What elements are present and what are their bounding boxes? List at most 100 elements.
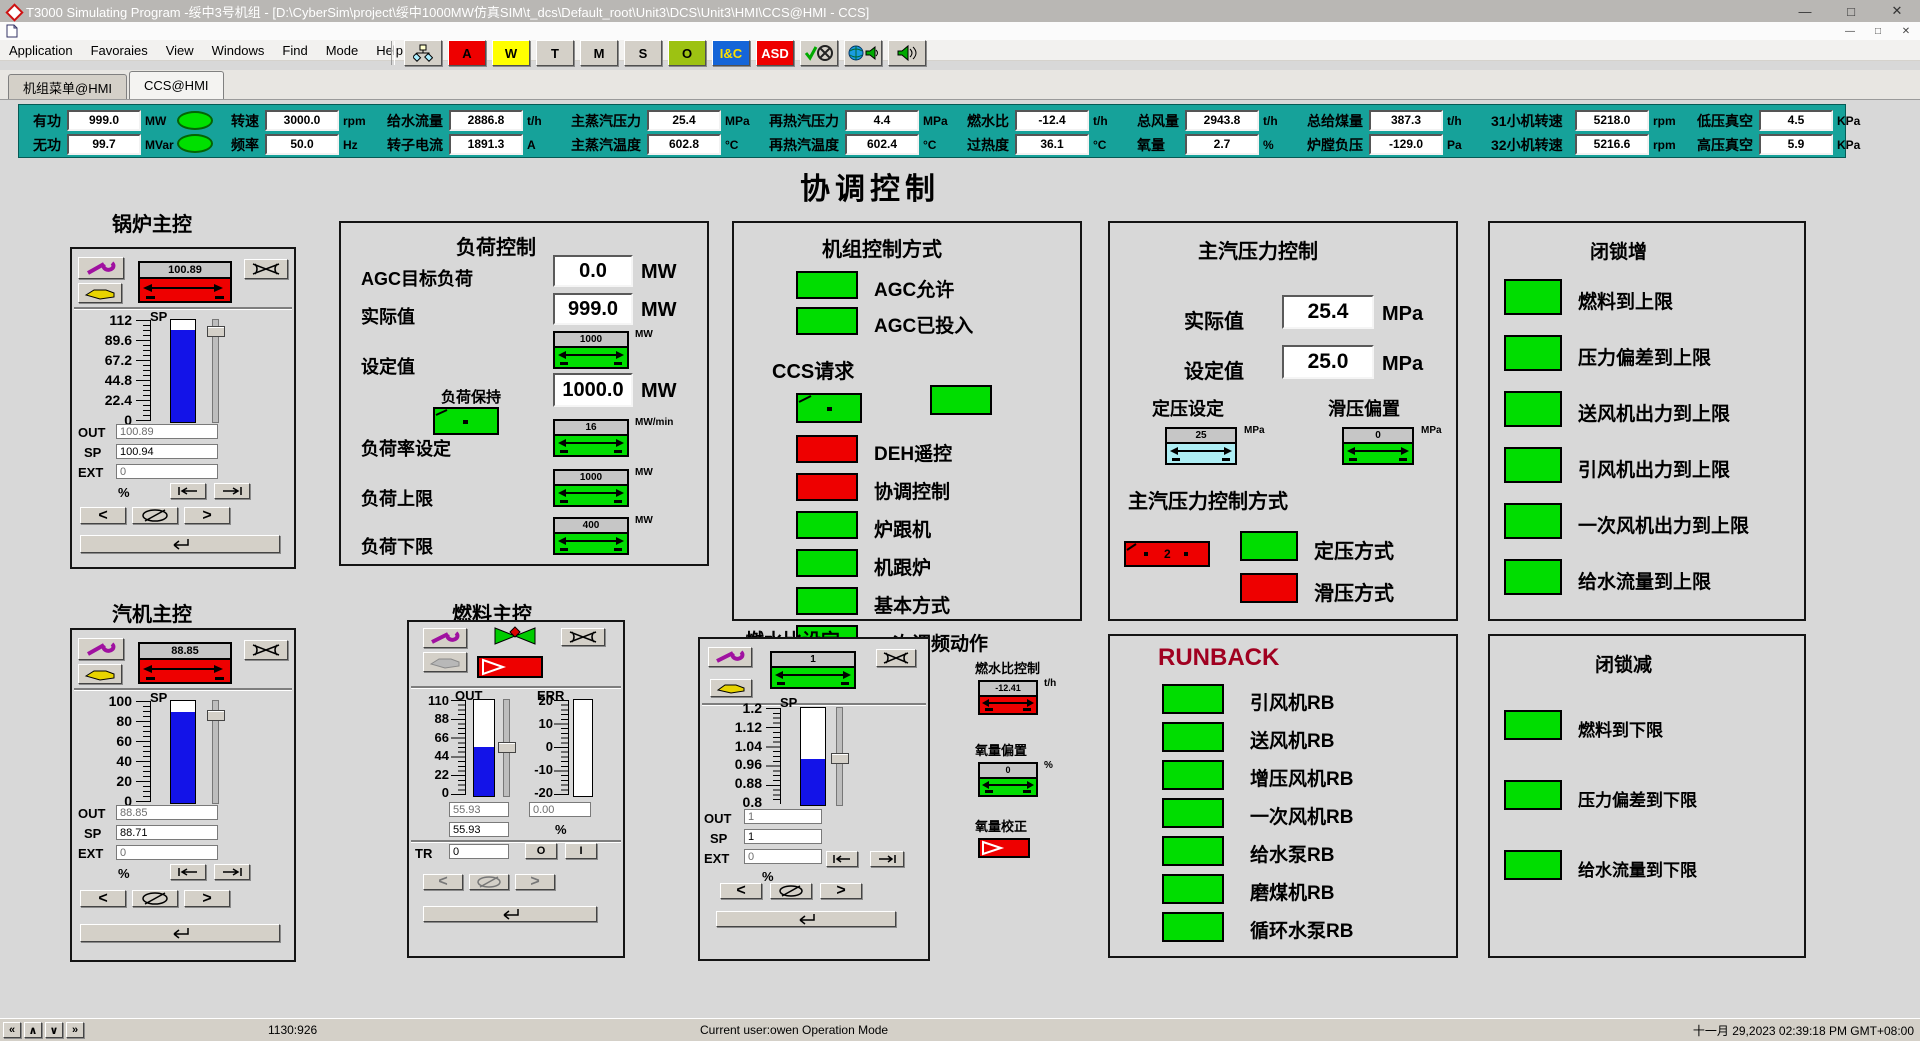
toolbar-letter-button[interactable]: O — [668, 40, 706, 66]
boiler-slider-handle[interactable] — [207, 326, 225, 337]
fuel-enter-button[interactable] — [423, 906, 597, 922]
scale-tick-label: 0 — [442, 786, 449, 800]
mdi-close-button[interactable]: ✕ — [1892, 23, 1920, 39]
ratio-enter-button[interactable] — [716, 911, 896, 927]
hierarchy-button[interactable] — [404, 40, 442, 66]
fuel-manual-button-disabled[interactable] — [423, 652, 467, 672]
ratio-step-right-button[interactable] — [870, 851, 904, 867]
menu-item[interactable]: Mode — [317, 43, 368, 58]
fuel-on-button[interactable]: I — [565, 843, 597, 859]
ratio-setpoint-display[interactable]: 1 — [770, 651, 856, 689]
toolbar-letter-button[interactable]: W — [492, 40, 530, 66]
turbine-remove-button[interactable] — [244, 640, 288, 660]
toolbar-letter-button[interactable]: A — [448, 40, 486, 66]
close-button[interactable]: ✕ — [1874, 0, 1920, 22]
verify-button[interactable] — [800, 40, 838, 66]
fuel-sp-field[interactable]: 55.93 — [449, 822, 509, 837]
ccs-request-button[interactable] — [796, 393, 862, 423]
ratio-auto-button[interactable] — [770, 883, 812, 899]
setpoint-slider[interactable]: 1000 — [553, 331, 629, 369]
turbine-slider-handle[interactable] — [207, 710, 225, 721]
turbine-manual-button[interactable] — [78, 664, 122, 684]
boiler-output-display[interactable]: 100.89 — [138, 261, 232, 303]
ccs-request-indicator[interactable] — [930, 385, 992, 415]
toolbar-letter-button[interactable]: T — [536, 40, 574, 66]
ratio-decrease-button[interactable]: < — [720, 883, 762, 899]
turbine-tune-button[interactable] — [78, 638, 124, 660]
fixed-mode-indicator[interactable] — [1240, 531, 1298, 561]
ratio-slider-track[interactable] — [836, 707, 843, 806]
boiler-tune-button[interactable] — [78, 257, 124, 279]
turbine-increase-button[interactable]: > — [184, 890, 230, 907]
fuel-slider-handle[interactable] — [498, 742, 516, 753]
mdi-restore-button[interactable]: □ — [1864, 23, 1892, 39]
boiler-decrease-button[interactable]: < — [80, 507, 126, 524]
ratio-tune-button[interactable] — [708, 647, 752, 667]
turbine-decrease-button[interactable]: < — [80, 890, 126, 907]
menu-item[interactable]: Windows — [203, 43, 274, 58]
minimize-button[interactable]: — — [1782, 0, 1828, 22]
ratio-sp-field[interactable]: 1 — [744, 829, 822, 844]
maximize-button[interactable]: □ — [1828, 0, 1874, 22]
global-sound-button[interactable] — [844, 40, 882, 66]
fuel-tune-button[interactable] — [423, 628, 467, 648]
load-hold-button[interactable] — [433, 407, 499, 435]
load-rate-slider[interactable]: 16 — [553, 419, 629, 457]
turbine-slider-track[interactable] — [212, 700, 219, 804]
mdi-minimize-button[interactable]: — — [1836, 23, 1864, 39]
nav-arrow-button[interactable]: ∨ — [45, 1022, 63, 1038]
boiler-auto-button[interactable] — [132, 507, 178, 524]
fixed-pressure-slider[interactable]: 25 — [1165, 427, 1237, 465]
menu-item[interactable]: Application — [0, 43, 82, 58]
fuel-auto-button[interactable] — [469, 874, 509, 890]
ratio-step-left-button[interactable] — [826, 851, 858, 867]
strip-column: 燃水比 -12.4 t/h 过热度 36.1 °C — [967, 110, 1123, 157]
turbine-step-right-button[interactable] — [214, 864, 250, 880]
turbine-enter-button[interactable] — [80, 924, 280, 942]
fuel-remove-button[interactable] — [561, 628, 605, 646]
nav-arrow-button[interactable]: « — [3, 1022, 21, 1038]
boiler-step-right-button[interactable] — [214, 483, 250, 499]
sliding-mode-indicator[interactable] — [1240, 573, 1298, 603]
toolbar-letter-button[interactable]: I&C — [712, 40, 750, 66]
menu-item[interactable]: Favoraies — [82, 43, 157, 58]
pressure-setpoint-value[interactable]: 25.0 — [1282, 345, 1374, 379]
tab-ccs[interactable]: CCS@HMI — [129, 71, 223, 99]
ratio-manual-button[interactable] — [710, 679, 752, 697]
toolbar-letter-button[interactable]: ASD — [756, 40, 794, 66]
boiler-remove-button[interactable] — [244, 259, 288, 279]
ratio-remove-button[interactable] — [876, 649, 916, 667]
fuel-decrease-button[interactable]: < — [423, 874, 463, 890]
turbine-sp-field[interactable]: 88.71 — [116, 825, 218, 840]
boiler-enter-button[interactable] — [80, 535, 280, 553]
nav-arrow-button[interactable]: » — [66, 1022, 84, 1038]
oxygen-bias-slider[interactable]: 0 — [978, 762, 1038, 797]
load-lower-slider[interactable]: 400 — [553, 517, 629, 555]
boiler-manual-button[interactable] — [78, 283, 122, 303]
load-rate-value: 16 — [555, 421, 627, 436]
toolbar-letter-button[interactable]: S — [624, 40, 662, 66]
fuel-off-button[interactable]: O — [525, 843, 557, 859]
pressure-mode-selector[interactable]: 2 — [1124, 541, 1210, 567]
boiler-step-left-button[interactable] — [170, 483, 206, 499]
fuel-tr-field[interactable]: 0 — [449, 844, 509, 859]
turbine-auto-button[interactable] — [132, 890, 178, 907]
boiler-sp-field[interactable]: 100.94 — [116, 444, 218, 459]
ratio-control-slider[interactable]: -12.41 — [978, 680, 1038, 715]
fuel-slider-track[interactable] — [503, 699, 510, 797]
sound-button[interactable] — [888, 40, 926, 66]
tab-unit-menu[interactable]: 机组菜单@HMI — [8, 74, 127, 99]
ratio-increase-button[interactable]: > — [820, 883, 862, 899]
nav-arrow-button[interactable]: ∧ — [24, 1022, 42, 1038]
ratio-slider-handle[interactable] — [831, 753, 849, 764]
sliding-bias-slider[interactable]: 0 — [1342, 427, 1414, 465]
turbine-output-display[interactable]: 88.85 — [138, 642, 232, 684]
fuel-increase-button[interactable]: > — [515, 874, 555, 890]
turbine-step-left-button[interactable] — [170, 864, 206, 880]
toolbar-letter-button[interactable]: M — [580, 40, 618, 66]
menu-item[interactable]: View — [157, 43, 203, 58]
boiler-slider-track[interactable] — [212, 319, 219, 423]
menu-item[interactable]: Find — [273, 43, 316, 58]
load-upper-slider[interactable]: 1000 — [553, 469, 629, 507]
boiler-increase-button[interactable]: > — [184, 507, 230, 524]
